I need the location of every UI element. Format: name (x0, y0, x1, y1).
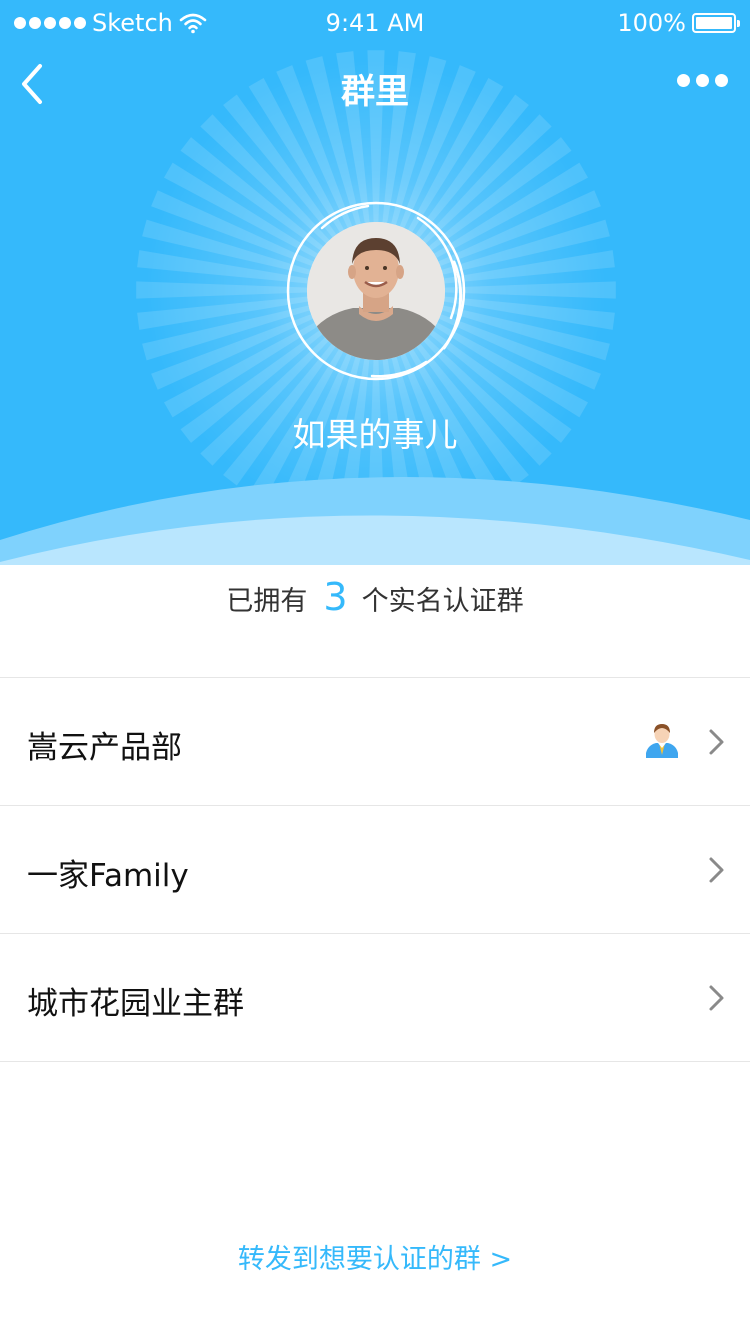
more-horizontal-icon (677, 74, 690, 87)
verified-group-summary: 已拥有 3 个实名认证群 (0, 575, 750, 619)
chevron-right-icon (709, 985, 724, 1011)
group-name: 一家Family (27, 858, 189, 894)
avatar[interactable] (307, 222, 445, 360)
forward-to-group-link[interactable]: 转发到想要认证的群 > (0, 1237, 750, 1276)
chevron-right-icon (709, 729, 724, 755)
group-name: 城市花园业主群 (27, 986, 244, 1022)
group-list: 嵩云产品部 一家Family 城市花园业主群 (0, 677, 750, 1062)
summary-suffix: 个实名认证群 (361, 586, 524, 617)
group-item-songyun[interactable]: 嵩云产品部 (0, 678, 750, 806)
group-count: 3 (323, 575, 348, 619)
group-item-family[interactable]: 一家Family (0, 806, 750, 934)
avatar-frame (276, 200, 476, 384)
member-avatar-icon (646, 724, 678, 758)
battery-info: 100% (617, 9, 740, 37)
chevron-right-icon (709, 857, 724, 883)
profile-header: Sketch 9:41 AM 100% 群里 如果的事儿 (0, 0, 750, 565)
group-name: 嵩云产品部 (27, 730, 182, 766)
battery-percent: 100% (617, 9, 686, 37)
navigation-bar: 群里 (0, 44, 750, 132)
profile-name: 如果的事儿 (292, 415, 458, 454)
battery-level (696, 17, 732, 29)
status-bar: Sketch 9:41 AM 100% (0, 0, 750, 44)
more-button[interactable] (677, 74, 728, 87)
battery-icon (692, 13, 740, 33)
page-title: 群里 (341, 72, 409, 112)
summary-prefix: 已拥有 (226, 586, 308, 617)
user-photo (307, 222, 445, 360)
group-item-city-garden[interactable]: 城市花园业主群 (0, 934, 750, 1062)
